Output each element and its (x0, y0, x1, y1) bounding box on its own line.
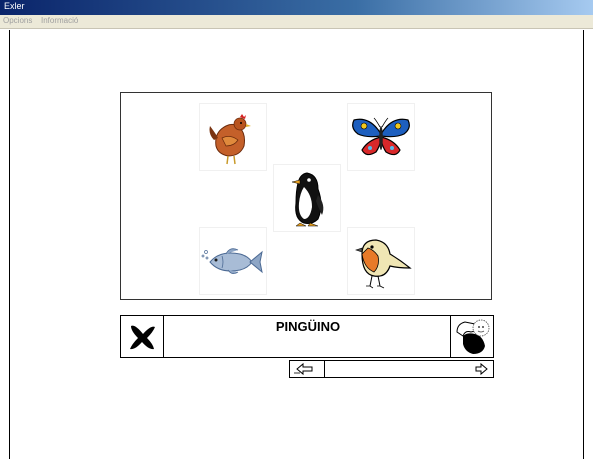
picture-cell-butterfly[interactable] (348, 104, 414, 170)
previous-button[interactable] (290, 361, 325, 377)
frame-border-right (583, 30, 584, 459)
picture-cell-fish[interactable] (200, 228, 266, 294)
butterfly-icon (352, 117, 410, 156)
menu-item-information[interactable]: Informació (41, 16, 78, 25)
help-button[interactable] (450, 316, 493, 357)
x-mark-icon (130, 325, 155, 350)
hand-pointer-icon (456, 319, 490, 354)
picture-cell-hen[interactable] (200, 104, 266, 170)
arrow-right-icon (475, 362, 488, 376)
picture-cell-robin[interactable] (348, 228, 414, 294)
arrow-left-icon (294, 362, 313, 376)
title-bar: Exler (0, 0, 593, 15)
menu-bar: Opcions Informació (0, 15, 593, 29)
cancel-button[interactable] (121, 316, 164, 357)
next-button[interactable] (473, 361, 493, 377)
navigation-bar (289, 360, 494, 378)
menu-item-options[interactable]: Opcions (3, 16, 32, 25)
hen-icon (209, 114, 251, 165)
window-title: Exler (4, 1, 25, 11)
frame-border-left (9, 30, 10, 459)
robin-icon (355, 239, 412, 289)
picture-board (120, 92, 492, 300)
fish-icon (201, 248, 263, 274)
picture-cell-penguin[interactable] (274, 165, 340, 231)
answer-bar: PINGÜINO (120, 315, 494, 358)
target-word: PINGÜINO (275, 319, 341, 334)
penguin-icon (291, 172, 324, 227)
